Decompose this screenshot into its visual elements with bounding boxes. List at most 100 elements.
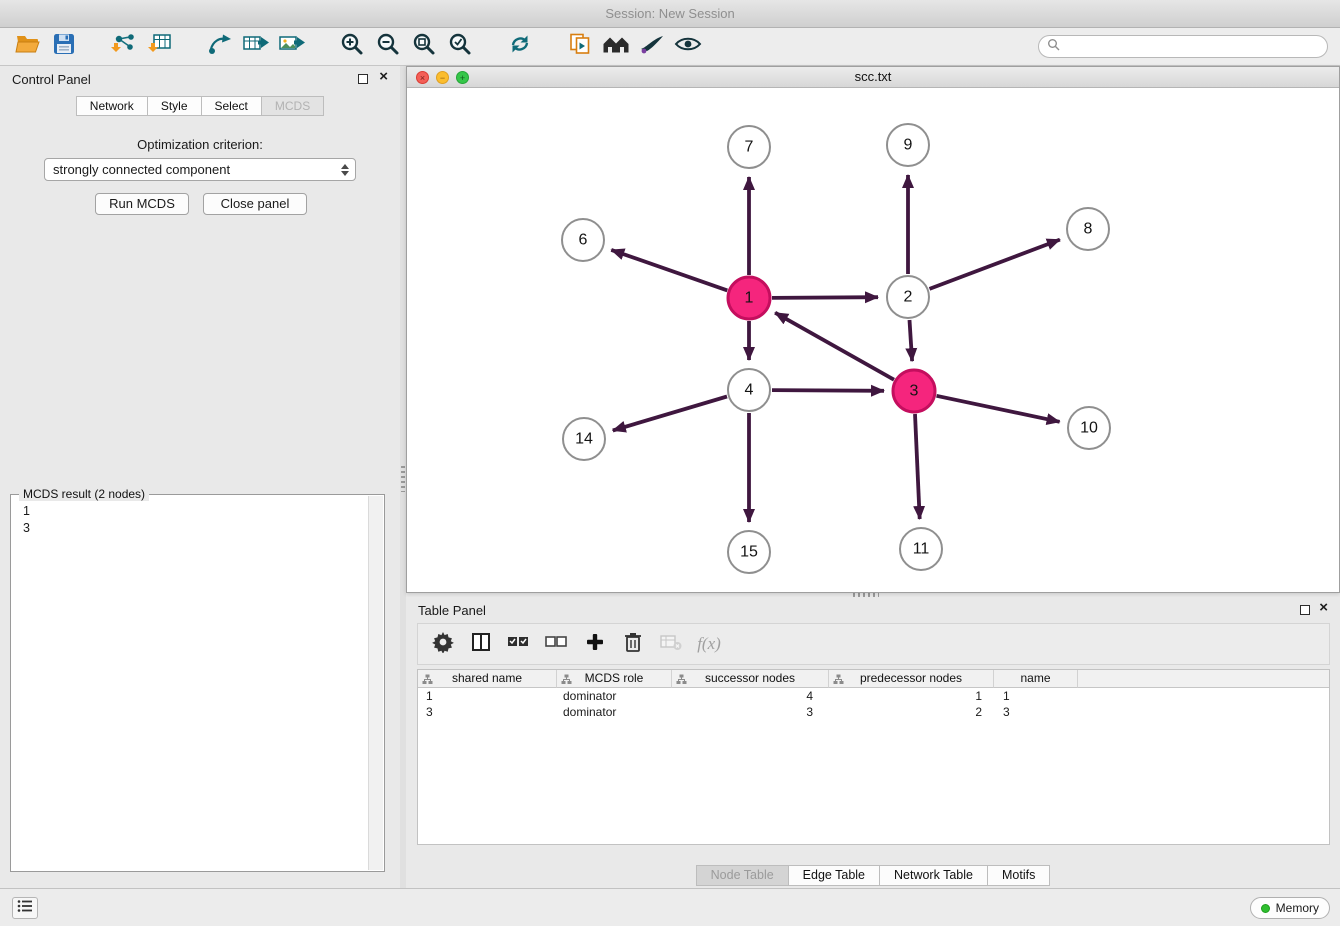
refresh-view-button[interactable] xyxy=(502,31,538,63)
save-session-button[interactable] xyxy=(46,31,82,63)
edge-1-2[interactable] xyxy=(772,297,878,298)
column-header-mcds-role[interactable]: MCDS role xyxy=(557,670,672,688)
deselect-all-rows-button[interactable] xyxy=(540,627,574,661)
edge-2-8[interactable] xyxy=(930,240,1060,289)
import-network-button[interactable] xyxy=(106,31,142,63)
show-graphics-button[interactable] xyxy=(670,31,706,63)
table-panel: Table Panel × f(x) s xyxy=(406,597,1340,888)
edge-3-11[interactable] xyxy=(915,414,920,519)
share-arrows-icon xyxy=(207,32,233,61)
zoom-out-icon xyxy=(376,32,400,61)
node-label-11: 11 xyxy=(913,541,930,558)
import-network-icon xyxy=(110,32,138,61)
eye-icon xyxy=(674,34,702,59)
home-layout-button[interactable] xyxy=(598,31,634,63)
table-settings-button[interactable] xyxy=(426,627,460,661)
list-icon xyxy=(17,899,33,918)
zoom-fit-icon xyxy=(412,32,436,61)
vertical-splitter-grip[interactable] xyxy=(401,466,405,492)
zoom-out-button[interactable] xyxy=(370,31,406,63)
close-window-icon[interactable]: × xyxy=(416,71,429,84)
zoom-in-button[interactable] xyxy=(334,31,370,63)
tab-select[interactable]: Select xyxy=(202,96,262,116)
zoom-selected-button[interactable] xyxy=(442,31,478,63)
tab-motifs[interactable]: Motifs xyxy=(988,865,1050,886)
export-image-button[interactable] xyxy=(274,31,310,63)
cell-mcds-role: dominator xyxy=(557,688,672,704)
import-table-icon xyxy=(147,32,173,61)
select-all-rows-button[interactable] xyxy=(502,627,536,661)
node-label-1: 1 xyxy=(745,290,754,307)
task-history-button[interactable] xyxy=(12,897,38,919)
column-label: MCDS role xyxy=(585,671,644,685)
delete-table-icon xyxy=(659,632,683,657)
table-row[interactable]: 3 dominator 3 2 3 xyxy=(418,704,1329,720)
memory-label: Memory xyxy=(1276,901,1319,915)
search-input[interactable] xyxy=(1065,37,1327,56)
cell-name: 3 xyxy=(994,704,1078,720)
node-label-4: 4 xyxy=(745,382,754,399)
search-icon xyxy=(1047,38,1060,56)
network-canvas[interactable]: 7968124314101511 xyxy=(407,88,1339,592)
column-label: shared name xyxy=(452,671,522,685)
column-header-shared-name[interactable]: shared name xyxy=(418,670,557,688)
main-toolbar xyxy=(0,28,1340,66)
zoom-fit-button[interactable] xyxy=(406,31,442,63)
tab-style[interactable]: Style xyxy=(148,96,202,116)
column-header-successor-nodes[interactable]: successor nodes xyxy=(672,670,829,688)
node-label-9: 9 xyxy=(904,137,913,154)
floppy-disk-icon xyxy=(53,33,75,60)
table-row[interactable]: 1 dominator 4 1 1 xyxy=(418,688,1329,704)
tab-network[interactable]: Network xyxy=(76,96,148,116)
export-table-button[interactable] xyxy=(238,31,274,63)
close-panel-button[interactable]: Close panel xyxy=(203,193,307,215)
edge-4-14[interactable] xyxy=(613,397,727,431)
edge-4-3[interactable] xyxy=(772,390,884,391)
mcds-result-list[interactable]: 1 3 xyxy=(13,499,367,869)
search-box[interactable] xyxy=(1038,35,1328,58)
add-column-button[interactable] xyxy=(578,627,612,661)
minimize-window-icon[interactable]: − xyxy=(436,71,449,84)
cell-predecessor-nodes: 2 xyxy=(829,704,994,720)
edge-2-3[interactable] xyxy=(910,320,913,361)
clone-network-button[interactable] xyxy=(562,31,598,63)
tab-node-table[interactable]: Node Table xyxy=(696,865,789,886)
delete-column-button[interactable] xyxy=(616,627,650,661)
window-controls: × − + xyxy=(416,71,469,84)
select-all-icon xyxy=(507,632,531,657)
edge-1-6[interactable] xyxy=(611,250,727,291)
control-panel: Control Panel × Network Style Select MCD… xyxy=(0,66,400,888)
column-header-predecessor-nodes[interactable]: predecessor nodes xyxy=(829,670,994,688)
node-label-15: 15 xyxy=(740,544,758,561)
tab-mcds[interactable]: MCDS xyxy=(262,96,324,116)
tab-edge-table[interactable]: Edge Table xyxy=(789,865,880,886)
node-label-2: 2 xyxy=(904,289,913,306)
edge-3-1[interactable] xyxy=(775,313,894,380)
graph-svg[interactable]: 7968124314101511 xyxy=(407,88,1339,592)
optimization-select[interactable]: strongly connected component xyxy=(44,158,356,181)
table-toolbar: f(x) xyxy=(417,623,1330,665)
style-brush-icon xyxy=(639,33,665,60)
edge-3-10[interactable] xyxy=(937,396,1060,422)
home-icon xyxy=(601,33,631,60)
tab-network-table[interactable]: Network Table xyxy=(880,865,988,886)
show-columns-button[interactable] xyxy=(464,627,498,661)
float-window-icon[interactable] xyxy=(1300,605,1310,615)
zoom-window-icon[interactable]: + xyxy=(456,71,469,84)
close-icon[interactable]: × xyxy=(1319,600,1328,616)
network-from-selection-button[interactable] xyxy=(202,31,238,63)
table-panel-title: Table Panel xyxy=(418,603,486,618)
mcds-result-group: MCDS result (2 nodes) 1 3 xyxy=(10,494,385,872)
run-mcds-button[interactable]: Run MCDS xyxy=(95,193,189,215)
column-header-name[interactable]: name xyxy=(994,670,1078,688)
memory-button[interactable]: Memory xyxy=(1250,897,1330,919)
apply-style-button[interactable] xyxy=(634,31,670,63)
float-window-icon[interactable] xyxy=(358,74,368,84)
result-scrollbar[interactable] xyxy=(368,496,383,870)
memory-status-icon xyxy=(1261,904,1270,913)
close-icon[interactable]: × xyxy=(379,69,388,85)
window-title: Session: New Session xyxy=(0,0,1340,28)
network-window-titlebar[interactable]: × − + scc.txt xyxy=(407,67,1339,88)
open-session-button[interactable] xyxy=(10,31,46,63)
import-table-button[interactable] xyxy=(142,31,178,63)
